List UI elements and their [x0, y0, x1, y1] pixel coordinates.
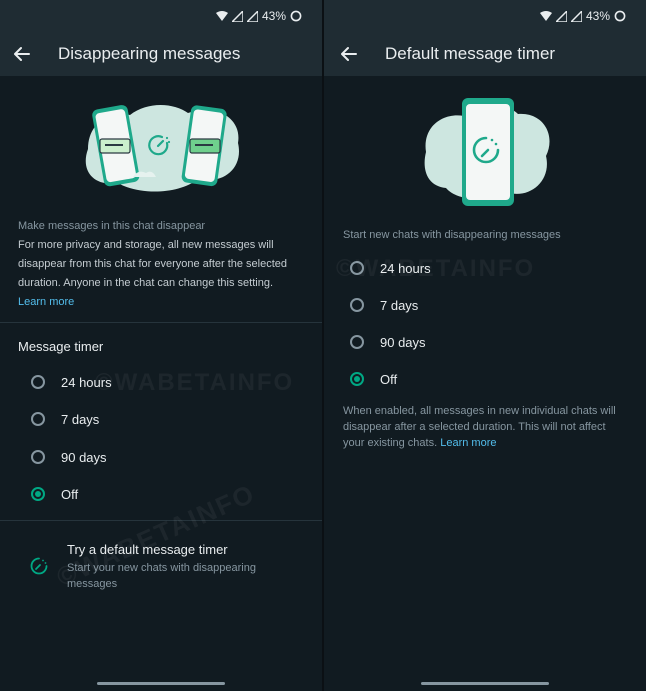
option-label: Off: [61, 486, 79, 502]
status-bar: 43%: [324, 0, 646, 32]
back-arrow-icon: [341, 47, 357, 61]
footer-description: When enabled, all messages in new indivi…: [343, 403, 616, 451]
footer-line: When enabled, all messages in new indivi…: [343, 405, 616, 417]
intro-line: For more privacy and storage, all new me…: [18, 239, 274, 251]
radio-button[interactable]: [31, 375, 45, 389]
radio-button[interactable]: [350, 298, 364, 312]
app-bar: Disappearing messages: [0, 32, 322, 76]
option-label: 90 days: [380, 334, 426, 350]
radio-button[interactable]: [350, 335, 364, 349]
disappearing-messages-illustration: [85, 105, 239, 192]
try-subtitle-line: Start your new chats with disappearing: [67, 562, 256, 574]
intro-heading: Make messages in this chat disappear: [18, 220, 206, 232]
divider: [0, 322, 322, 323]
default-timer-option-off[interactable]: Off: [350, 366, 397, 392]
wifi-icon: [215, 11, 228, 21]
screens: 43% Disappearing messages Make messages …: [0, 0, 646, 691]
option-label: 24 hours: [380, 260, 431, 276]
battery-percent: 43%: [261, 9, 286, 23]
signal-icon: [246, 10, 258, 22]
app-bar: Default message timer: [324, 32, 646, 76]
option-label: 7 days: [380, 297, 419, 313]
back-button[interactable]: [337, 42, 361, 66]
try-default-timer-row[interactable]: Try a default message timer Start your n…: [0, 538, 322, 594]
wifi-icon: [539, 11, 552, 21]
timer-option-90-days[interactable]: 90 days: [31, 444, 107, 470]
timer-option-24-hours[interactable]: 24 hours: [31, 369, 112, 395]
radio-button[interactable]: [31, 450, 45, 464]
battery-icon: [614, 10, 626, 22]
intro-line: disappear from this chat for everyone af…: [18, 258, 288, 270]
watermark: ©WABETAINFO: [95, 369, 295, 396]
signal-icon: [231, 10, 243, 22]
status-bar: 43%: [0, 0, 322, 32]
try-title: Try a default message timer: [67, 542, 228, 557]
disappearing-messages-screen: 43% Disappearing messages Make messages …: [0, 0, 322, 691]
signal-icon: [555, 10, 567, 22]
battery-icon: [290, 10, 302, 22]
option-label: Off: [380, 371, 398, 387]
radio-button[interactable]: [350, 261, 364, 275]
timer-icon: [30, 557, 48, 575]
try-subtitle-line: messages: [67, 578, 118, 590]
page-title: Default message timer: [385, 44, 556, 63]
default-message-timer-screen: 43% Default message timer Start new chat…: [324, 0, 646, 691]
radio-button-selected[interactable]: [350, 372, 364, 386]
message-timer-title: Message timer: [18, 339, 104, 354]
radio-button[interactable]: [31, 412, 45, 426]
status-icons: 43%: [215, 9, 302, 23]
default-timer-illustration: [424, 98, 550, 206]
gesture-bar: [97, 682, 225, 685]
status-icons: 43%: [539, 9, 626, 23]
divider: [0, 520, 322, 521]
learn-more-link[interactable]: Learn more: [18, 293, 287, 312]
option-label: 90 days: [61, 449, 107, 465]
default-timer-option-24-hours[interactable]: 24 hours: [350, 255, 431, 281]
try-subtitle: Start your new chats with disappearing m…: [67, 560, 256, 592]
learn-more-link[interactable]: Learn more: [440, 437, 496, 449]
page-title: Disappearing messages: [58, 44, 241, 63]
default-timer-option-90-days[interactable]: 90 days: [350, 329, 426, 355]
back-button[interactable]: [10, 42, 34, 66]
footer-text: your existing chats.: [343, 437, 438, 449]
timer-option-7-days[interactable]: 7 days: [31, 406, 99, 432]
default-timer-option-7-days[interactable]: 7 days: [350, 292, 418, 318]
timer-option-off[interactable]: Off: [31, 481, 78, 507]
gesture-bar: [421, 682, 549, 685]
back-arrow-icon: [14, 47, 30, 61]
intro-line: duration. Anyone in the chat can change …: [18, 277, 274, 289]
battery-percent: 43%: [585, 9, 610, 23]
footer-line: disappear after a selected duration. Thi…: [343, 421, 606, 433]
signal-icon: [570, 10, 582, 22]
footer-line-last: your existing chats. Learn more: [343, 435, 616, 451]
option-label: 24 hours: [61, 374, 112, 390]
timer-heading: Start new chats with disappearing messag…: [343, 229, 561, 241]
option-label: 7 days: [61, 411, 100, 427]
intro-description: For more privacy and storage, all new me…: [18, 236, 287, 312]
radio-button-selected[interactable]: [31, 487, 45, 501]
